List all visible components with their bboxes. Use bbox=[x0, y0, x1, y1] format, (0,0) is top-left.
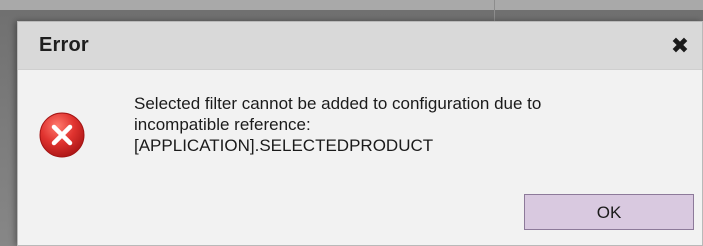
error-message: Selected filter cannot be added to confi… bbox=[134, 93, 674, 156]
dialog-title: Error bbox=[39, 34, 89, 56]
message-line: incompatible reference: bbox=[134, 115, 311, 134]
error-dialog: Error ✖ Selected filter cannot be added … bbox=[17, 21, 703, 246]
error-icon bbox=[39, 112, 85, 158]
dialog-titlebar: Error ✖ bbox=[18, 22, 702, 70]
close-icon[interactable]: ✖ bbox=[668, 34, 692, 58]
message-line: Selected filter cannot be added to confi… bbox=[134, 94, 542, 113]
background-strip bbox=[0, 0, 703, 10]
message-line: [APPLICATION].SELECTEDPRODUCT bbox=[134, 136, 434, 155]
ok-button[interactable]: OK bbox=[524, 194, 694, 230]
